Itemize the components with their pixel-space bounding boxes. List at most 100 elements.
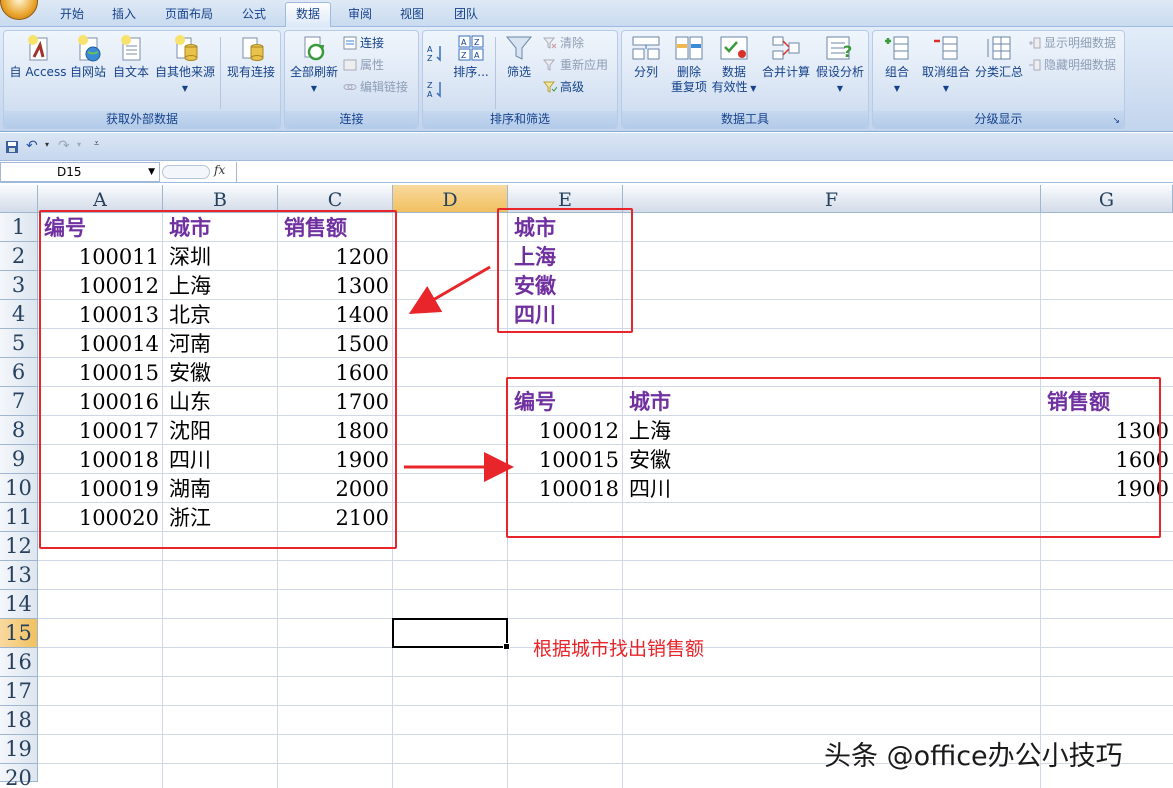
- gridline-horizontal: [38, 560, 1173, 561]
- group-label-external-data: 获取外部数据: [4, 111, 280, 128]
- filter-label: 筛选: [506, 65, 531, 79]
- svg-text:Z: Z: [461, 51, 467, 60]
- name-box-value: D15: [57, 165, 82, 179]
- chevron-down-icon[interactable]: ▼: [148, 163, 155, 181]
- row-header-16[interactable]: 16: [0, 648, 38, 677]
- existing-connections-button[interactable]: 现有连接: [223, 33, 279, 80]
- data-validation-button[interactable]: 数据 有效性 ▼: [710, 33, 758, 96]
- insert-function-icon[interactable]: fx: [214, 163, 225, 177]
- tab-view[interactable]: 视图: [392, 5, 432, 27]
- row-header-11[interactable]: 11: [0, 503, 38, 532]
- row-header-10[interactable]: 10: [0, 474, 38, 503]
- tab-review[interactable]: 审阅: [340, 5, 380, 27]
- data-validation-icon: [720, 36, 748, 60]
- chevron-down-icon[interactable]: ▾: [77, 140, 81, 149]
- group-button[interactable]: 组合 ▼: [877, 33, 917, 96]
- row-header-8[interactable]: 8: [0, 416, 38, 445]
- filter-button[interactable]: 筛选: [499, 33, 539, 80]
- row-header-19[interactable]: 19: [0, 735, 38, 764]
- row-header-6[interactable]: 6: [0, 358, 38, 387]
- formula-input[interactable]: [236, 162, 1173, 182]
- tab-team[interactable]: 团队: [446, 5, 486, 27]
- edit-links-button[interactable]: 编辑链接: [343, 78, 408, 96]
- from-other-sources-button[interactable]: 自其他来源 ▼: [152, 33, 218, 96]
- dialog-launcher-icon[interactable]: ↘: [1112, 116, 1120, 126]
- properties-button[interactable]: 属性: [343, 56, 384, 74]
- group-label-data-tools: 数据工具: [622, 111, 868, 128]
- tab-page-layout[interactable]: 页面布局: [156, 5, 222, 27]
- connections-button[interactable]: 连接: [343, 34, 384, 52]
- remove-duplicates-button[interactable]: 删除 重复项: [668, 33, 710, 95]
- row-header-15[interactable]: 15: [0, 619, 38, 648]
- column-header-g[interactable]: G: [1041, 185, 1173, 213]
- remove-duplicates-icon: [675, 36, 703, 60]
- row-header-5[interactable]: 5: [0, 329, 38, 358]
- show-detail-button[interactable]: 显示明细数据: [1027, 34, 1116, 52]
- sort-descending-button[interactable]: ZA: [427, 79, 448, 99]
- from-web-button[interactable]: 自网站: [68, 33, 108, 80]
- from-access-button[interactable]: 自 Access: [8, 33, 68, 80]
- row-header-13[interactable]: 13: [0, 561, 38, 590]
- save-icon[interactable]: [5, 140, 19, 154]
- row-header-1[interactable]: 1: [0, 213, 38, 242]
- chevron-down-icon: ▼: [310, 84, 318, 93]
- row-header-7[interactable]: 7: [0, 387, 38, 416]
- redo-icon[interactable]: ↷: [58, 138, 70, 154]
- row-header-20[interactable]: 20: [0, 764, 38, 788]
- spreadsheet-grid: A B C D E F G 1 2 3 4 5 6 7 8 9 10 11 12 13 14 15 16 17 18 19 20 编号…: [0, 185, 1173, 788]
- row-header-17[interactable]: 17: [0, 677, 38, 706]
- gridline-horizontal: [38, 676, 1173, 677]
- clear-filter-button[interactable]: 清除: [543, 34, 584, 52]
- row-header-9[interactable]: 9: [0, 445, 38, 474]
- sort-dialog-icon: A ZZ A: [458, 35, 484, 61]
- advanced-filter-button[interactable]: 高级: [543, 78, 584, 96]
- column-header-d[interactable]: D: [393, 185, 508, 213]
- formula-bar-resize-handle[interactable]: [162, 165, 210, 179]
- undo-icon[interactable]: ↶: [26, 138, 38, 154]
- refresh-icon: [304, 36, 325, 61]
- column-header-c[interactable]: C: [278, 185, 393, 213]
- sort-ascending-button[interactable]: AZ: [427, 43, 448, 63]
- chevron-down-icon[interactable]: ▾: [45, 140, 49, 149]
- separator: [495, 37, 496, 109]
- tab-home[interactable]: 开始: [52, 5, 92, 27]
- hide-detail-button[interactable]: 隐藏明细数据: [1027, 56, 1116, 74]
- reapply-button[interactable]: 重新应用: [543, 56, 608, 74]
- row-header-14[interactable]: 14: [0, 590, 38, 619]
- subtotal-button[interactable]: 分类汇总: [973, 33, 1025, 80]
- tab-data[interactable]: 数据: [285, 2, 331, 28]
- name-box[interactable]: D15 ▼: [0, 162, 160, 182]
- text-to-columns-button[interactable]: 分列: [624, 33, 668, 80]
- refresh-all-button[interactable]: 全部刷新 ▼: [287, 33, 341, 96]
- connection-icon: [343, 36, 357, 50]
- row-header-2[interactable]: 2: [0, 242, 38, 271]
- column-header-a[interactable]: A: [38, 185, 163, 213]
- data-validation-label-2: 有效性: [711, 80, 748, 94]
- row-header-12[interactable]: 12: [0, 532, 38, 561]
- column-header-f[interactable]: F: [623, 185, 1041, 213]
- ungroup-button[interactable]: 取消组合 ▼: [917, 33, 975, 96]
- separator: [220, 37, 221, 109]
- text-file-icon: [121, 35, 141, 61]
- consolidate-button[interactable]: 合并计算: [758, 33, 814, 80]
- customize-toolbar-icon[interactable]: ⩡: [94, 139, 99, 149]
- office-button[interactable]: [0, 0, 38, 20]
- quick-access-toolbar: ↶ ▾ ↷ ▾ ⩡: [0, 133, 1173, 161]
- tab-formulas[interactable]: 公式: [234, 5, 274, 27]
- from-text-button[interactable]: 自文本: [110, 33, 152, 80]
- row-header-18[interactable]: 18: [0, 706, 38, 735]
- row-header-4[interactable]: 4: [0, 300, 38, 329]
- what-if-analysis-button[interactable]: ? 假设分析 ▼: [814, 33, 866, 96]
- row-header-3[interactable]: 3: [0, 271, 38, 300]
- active-cell-selection[interactable]: [392, 618, 510, 650]
- reapply-label: 重新应用: [560, 58, 609, 72]
- select-all-corner[interactable]: [0, 185, 38, 213]
- tab-insert[interactable]: 插入: [104, 5, 144, 27]
- column-header-b[interactable]: B: [163, 185, 278, 213]
- svg-text:A: A: [427, 90, 433, 99]
- group-label-outline: 分级显示: [873, 111, 1124, 128]
- sort-button[interactable]: AZZA 排序...: [449, 33, 493, 80]
- source-watermark: 头条 @office办公小技巧: [824, 741, 1123, 772]
- group-connections: 全部刷新 ▼ 连接 属性 编辑链接 连接: [284, 30, 419, 129]
- data-validation-label-1: 数据: [721, 65, 746, 79]
